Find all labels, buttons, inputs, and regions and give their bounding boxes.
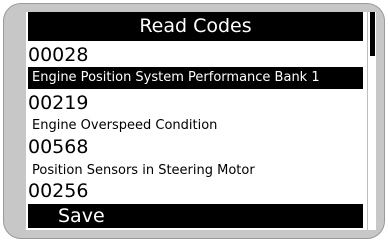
save-button[interactable]: Save	[28, 204, 363, 228]
dtc-code-1[interactable]: 00028	[28, 44, 363, 66]
scan-tool-device: Read Codes 00028 Engine Position System …	[0, 0, 388, 242]
screen-title: Read Codes	[28, 12, 363, 41]
dtc-code-4[interactable]: 00256	[28, 180, 363, 202]
scrollbar[interactable]	[367, 12, 376, 230]
dtc-description-3[interactable]: Position Sensors in Steering Motor	[28, 160, 363, 182]
dtc-description-1[interactable]: Engine Position System Performance Bank …	[28, 67, 363, 89]
dtc-description-2[interactable]: Engine Overspeed Condition	[28, 115, 363, 137]
dtc-code-2[interactable]: 00219	[28, 92, 363, 114]
lcd-screen: Read Codes 00028 Engine Position System …	[26, 12, 376, 230]
dtc-code-3[interactable]: 00568	[28, 136, 363, 158]
scrollbar-thumb[interactable]	[370, 12, 375, 56]
